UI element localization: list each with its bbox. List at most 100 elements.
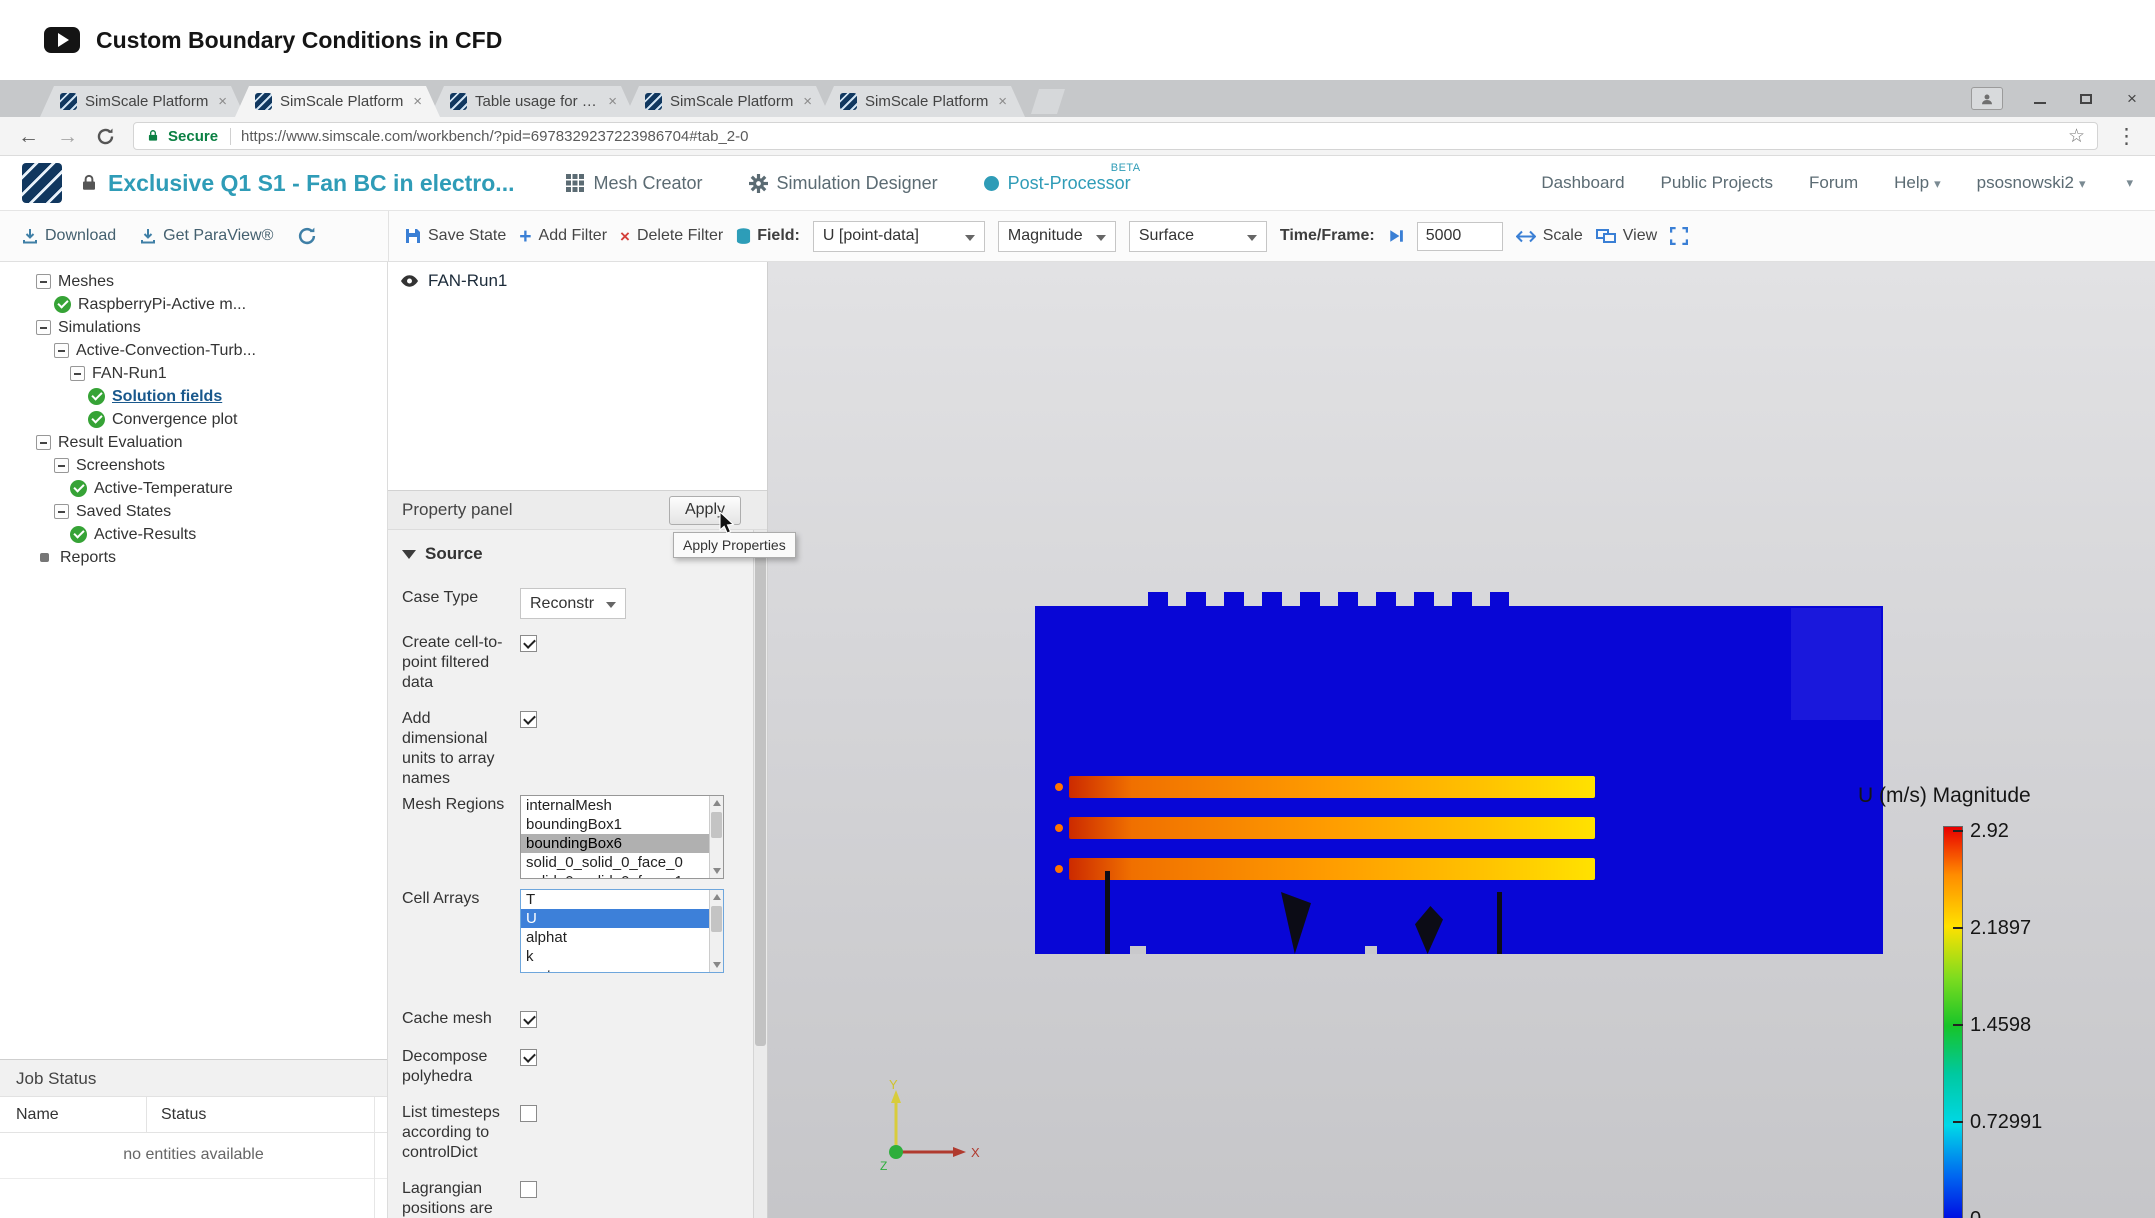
- tree-item-convergence-plot[interactable]: Convergence plot: [0, 408, 387, 431]
- save-state-button[interactable]: Save State: [405, 227, 506, 245]
- refresh-results-icon[interactable]: [297, 226, 317, 246]
- property-panel-scrollbar[interactable]: [753, 530, 767, 1218]
- cell-to-point-checkbox[interactable]: [520, 635, 537, 652]
- scroll-down-icon[interactable]: [713, 962, 721, 968]
- view-button[interactable]: View: [1595, 227, 1657, 245]
- lagrangian-checkbox[interactable]: [520, 1181, 537, 1198]
- list-item[interactable]: solid_0_solid_0_face_1: [521, 872, 709, 878]
- tree-item-reports[interactable]: Reports: [0, 546, 387, 569]
- cache-mesh-checkbox[interactable]: [520, 1011, 537, 1028]
- nav-help[interactable]: Help ▾: [1894, 173, 1941, 193]
- tab-close-icon[interactable]: ×: [218, 93, 227, 110]
- render-viewport[interactable]: Y X Z U (m/s) Magnitude 2.92 2.1897 1.45…: [768, 262, 2155, 1218]
- browser-tab-2-active[interactable]: SimScale Platform ×: [235, 86, 440, 117]
- list-item[interactable]: alphat: [521, 928, 709, 947]
- cell-arrays-listbox[interactable]: T U alphat k mut: [520, 889, 724, 973]
- browser-profile-button[interactable]: [1971, 87, 2003, 110]
- cfd-model[interactable]: [1035, 592, 1883, 954]
- nav-public-projects[interactable]: Public Projects: [1661, 173, 1773, 193]
- list-item[interactable]: k: [521, 947, 709, 966]
- download-button[interactable]: Download: [22, 227, 116, 245]
- collapse-icon[interactable]: [54, 458, 69, 473]
- list-item[interactable]: mut: [521, 966, 709, 972]
- tree-item-result-evaluation[interactable]: Result Evaluation: [0, 431, 387, 454]
- tab-close-icon[interactable]: ×: [803, 93, 812, 110]
- field-select[interactable]: U [point-data]: [812, 220, 985, 252]
- add-units-checkbox[interactable]: [520, 711, 537, 728]
- browser-tab-4[interactable]: SimScale Platform ×: [625, 86, 830, 117]
- get-paraview-button[interactable]: Get ParaView®: [140, 227, 273, 245]
- list-item[interactable]: boundingBox1: [521, 815, 709, 834]
- nav-simulation-designer[interactable]: Simulation Designer: [748, 173, 938, 194]
- tree-item-mesh-raspberrypi[interactable]: RaspberryPi-Active m...: [0, 293, 387, 316]
- scale-button[interactable]: Scale: [1515, 227, 1583, 245]
- tree-item-saved-states[interactable]: Saved States: [0, 500, 387, 523]
- delete-filter-button[interactable]: × Delete Filter: [620, 227, 723, 245]
- tree-item-active-temperature[interactable]: Active-Temperature: [0, 477, 387, 500]
- nav-user-menu[interactable]: psosnowski2 ▾: [1977, 173, 2086, 193]
- browser-tab-1[interactable]: SimScale Platform ×: [40, 86, 245, 117]
- refresh-icon[interactable]: [96, 127, 115, 146]
- url-text[interactable]: https://www.simscale.com/workbench/?pid=…: [230, 127, 748, 145]
- time-frame-input[interactable]: [1416, 221, 1503, 251]
- collapse-icon[interactable]: [36, 320, 51, 335]
- list-item[interactable]: internalMesh: [521, 796, 709, 815]
- nav-mesh-creator[interactable]: Mesh Creator: [566, 173, 703, 194]
- collapse-icon[interactable]: [54, 343, 69, 358]
- scroll-thumb[interactable]: [755, 539, 766, 1046]
- collapse-icon[interactable]: [36, 435, 51, 450]
- tab-close-icon[interactable]: ×: [608, 93, 617, 110]
- decompose-checkbox[interactable]: [520, 1049, 537, 1066]
- tab-close-icon[interactable]: ×: [998, 93, 1007, 110]
- maximize-button[interactable]: [2063, 80, 2109, 117]
- scroll-thumb[interactable]: [711, 906, 722, 932]
- collapse-icon[interactable]: [54, 504, 69, 519]
- forward-icon[interactable]: →: [57, 126, 78, 147]
- pipeline-item-fan-run1[interactable]: FAN-Run1: [388, 271, 767, 291]
- browser-tab-3[interactable]: Table usage for FanPres ×: [430, 86, 635, 117]
- listbox-scrollbar[interactable]: [709, 796, 723, 878]
- tree-item-meshes[interactable]: Meshes: [0, 270, 387, 293]
- case-type-select[interactable]: Reconstr: [520, 588, 626, 619]
- scroll-down-icon[interactable]: [713, 868, 721, 874]
- mesh-regions-listbox[interactable]: internalMesh boundingBox1 boundingBox6 s…: [520, 795, 724, 879]
- tree-item-active-results[interactable]: Active-Results: [0, 523, 387, 546]
- nav-post-processor[interactable]: Post-Processor BETA: [983, 162, 1140, 194]
- browser-menu-icon[interactable]: ⋮: [2116, 124, 2137, 149]
- tree-item-simulations[interactable]: Simulations: [0, 316, 387, 339]
- tree-item-solution-fields[interactable]: Solution fields: [0, 385, 387, 408]
- scroll-up-icon[interactable]: [713, 800, 721, 806]
- bookmark-star-icon[interactable]: ☆: [2068, 125, 2085, 148]
- lagrangian-label: Lagrangian positions are: [402, 1180, 493, 1217]
- url-box[interactable]: Secure https://www.simscale.com/workbenc…: [133, 122, 2098, 150]
- scroll-thumb[interactable]: [711, 812, 722, 838]
- back-icon[interactable]: ←: [18, 126, 39, 147]
- visibility-eye-icon[interactable]: [400, 275, 419, 287]
- listbox-scrollbar[interactable]: [709, 890, 723, 972]
- add-filter-button[interactable]: + Add Filter: [519, 226, 607, 247]
- scroll-up-icon[interactable]: [713, 894, 721, 900]
- list-item[interactable]: solid_0_solid_0_face_0: [521, 853, 709, 872]
- list-item[interactable]: T: [521, 890, 709, 909]
- list-item-selected[interactable]: boundingBox6: [521, 834, 709, 853]
- collapse-icon[interactable]: [36, 274, 51, 289]
- representation-select[interactable]: Surface: [1128, 220, 1267, 252]
- close-button[interactable]: ×: [2109, 80, 2155, 117]
- nav-dashboard[interactable]: Dashboard: [1541, 173, 1624, 193]
- nav-forum[interactable]: Forum: [1809, 173, 1858, 193]
- list-item-selected[interactable]: U: [521, 909, 709, 928]
- step-forward-icon[interactable]: [1388, 228, 1404, 244]
- tree-item-screenshots[interactable]: Screenshots: [0, 454, 387, 477]
- fullscreen-icon[interactable]: [1670, 227, 1689, 245]
- tree-item-fan-run1[interactable]: FAN-Run1: [0, 362, 387, 385]
- tree-item-active-convection[interactable]: Active-Convection-Turb...: [0, 339, 387, 362]
- list-timesteps-checkbox[interactable]: [520, 1105, 537, 1122]
- tab-close-icon[interactable]: ×: [413, 93, 422, 110]
- chevron-down-icon[interactable]: ▾: [2126, 175, 2133, 191]
- browser-tab-5[interactable]: SimScale Platform ×: [820, 86, 1025, 117]
- minimize-button[interactable]: [2017, 80, 2063, 117]
- new-tab-button[interactable]: [1031, 89, 1065, 114]
- collapse-icon[interactable]: [70, 366, 85, 381]
- simscale-logo[interactable]: [22, 163, 62, 203]
- component-select[interactable]: Magnitude: [997, 220, 1116, 252]
